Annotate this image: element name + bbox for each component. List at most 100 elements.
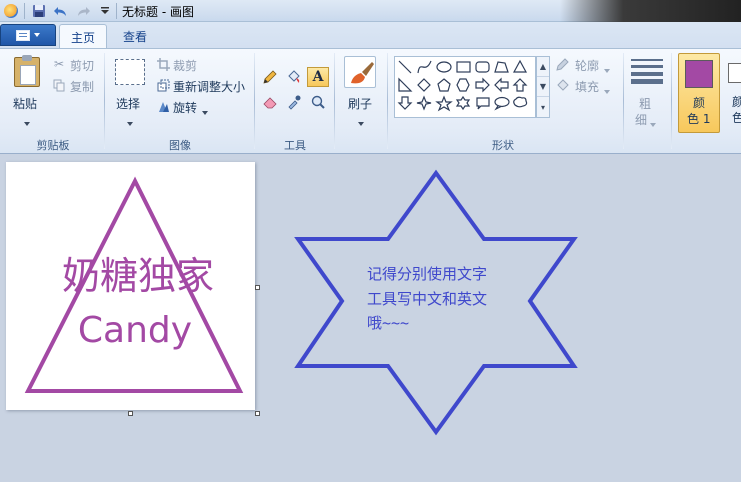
title-bar-background-window (560, 0, 741, 22)
customize-quick-access-icon[interactable] (96, 2, 114, 19)
color2-label-line2: 色 (732, 111, 741, 125)
color1-label-line1: 颜 (693, 96, 706, 110)
paint-bucket-icon (288, 70, 300, 83)
gallery-expand-icon[interactable]: ▾ (537, 97, 549, 117)
resize-label: 重新调整大小 (173, 80, 246, 94)
four-point-star-shape[interactable] (416, 95, 432, 111)
file-menu-button[interactable] (0, 24, 56, 46)
cut-label: 剪切 (70, 59, 95, 73)
six-point-star-shape[interactable] (455, 95, 471, 111)
scroll-down-icon[interactable]: ▼ (537, 77, 549, 97)
select-label: 选择 (116, 97, 141, 111)
eraser-tool[interactable] (259, 92, 281, 112)
star-text-line3: 哦~~~ (367, 314, 409, 332)
brushes-button[interactable]: 刷子 (340, 51, 382, 131)
shapes-gallery-scrollbar[interactable]: ▲ ▼ ▾ (536, 56, 550, 118)
crop-label: 裁剪 (173, 59, 198, 73)
shapes-gallery[interactable] (394, 56, 536, 118)
ribbon-tab-row: 主页 查看 (0, 22, 741, 49)
arrow-right-shape[interactable] (475, 77, 490, 93)
cloud-callout-shape[interactable] (513, 96, 528, 108)
polygon-shape[interactable] (494, 61, 509, 73)
size-label-line2: 细 (635, 113, 648, 127)
star-text-line2: 工具写中文和英文 (367, 290, 487, 308)
ribbon: 粘贴 ✂ 剪切 复制 剪贴板 选择 裁剪 重新调整大小 旋转 图像 A 工具 刷… (0, 48, 741, 154)
clipboard-icon (14, 55, 40, 87)
scissors-icon: ✂ (53, 57, 65, 71)
rotate-button[interactable]: 旋转 (156, 98, 216, 116)
chevron-down-icon (127, 122, 133, 126)
selection-rectangle-icon (115, 59, 145, 85)
rectangle-shape[interactable] (456, 61, 471, 73)
text-icon: A (312, 69, 324, 85)
fill-bucket-icon (556, 78, 570, 92)
canvas-text-english: Candy (78, 310, 192, 351)
window-title: 无标题 - 画图 (122, 5, 194, 19)
right-triangle-shape[interactable] (398, 77, 413, 92)
pencil-icon (263, 70, 277, 84)
paint-app-icon[interactable] (2, 2, 20, 19)
arrow-down-shape[interactable] (397, 96, 413, 110)
line-shape[interactable] (398, 60, 412, 74)
shapes-group-label: 形状 (492, 139, 514, 152)
image-group-label: 图像 (169, 139, 191, 152)
oval-shape[interactable] (436, 61, 452, 73)
scroll-up-icon[interactable]: ▲ (537, 57, 549, 77)
fill-label: 填充 (575, 80, 600, 94)
outline-button[interactable]: 轮廓 (556, 56, 620, 74)
five-point-star-shape[interactable] (435, 95, 453, 112)
tab-home[interactable]: 主页 (59, 24, 107, 49)
rotate-label: 旋转 (173, 101, 198, 115)
redo-icon[interactable] (74, 2, 92, 19)
tab-view[interactable]: 查看 (110, 24, 160, 48)
arrow-left-shape[interactable] (494, 77, 509, 93)
title-bar: 无标题 - 画图 (0, 0, 741, 22)
outline-pencil-icon (556, 57, 570, 71)
crop-button[interactable]: 裁剪 (156, 56, 216, 74)
size-label-line1: 粗 (639, 97, 652, 111)
document-icon (16, 29, 30, 41)
select-button[interactable]: 选择 (109, 51, 151, 131)
cut-button[interactable]: ✂ 剪切 (52, 56, 102, 74)
size-button[interactable]: 粗 细 (627, 51, 667, 131)
copy-button[interactable]: 复制 (52, 77, 102, 95)
text-tool[interactable]: A (307, 67, 329, 87)
canvas-text-chinese: 奶糖独家 (62, 254, 214, 298)
fill-tool[interactable] (283, 67, 305, 87)
color2-button[interactable]: 颜 色 (724, 53, 741, 133)
chevron-down-icon (358, 122, 364, 126)
clipboard-group-label: 剪贴板 (36, 139, 70, 152)
hexagon-shape[interactable] (456, 78, 470, 92)
brushes-label: 刷子 (348, 97, 373, 111)
magnifier-tool[interactable] (307, 92, 329, 112)
curve-shape[interactable] (417, 60, 432, 74)
brush-icon (344, 56, 376, 88)
rotate-icon (156, 99, 170, 113)
fill-button[interactable]: 填充 (556, 77, 620, 95)
chevron-down-icon (24, 122, 30, 126)
undo-icon[interactable] (52, 2, 70, 19)
color-picker-tool[interactable] (283, 92, 305, 112)
triangle-shape[interactable] (512, 59, 528, 73)
oval-callout-shape[interactable] (494, 96, 510, 111)
rounded-rectangle-shape[interactable] (475, 61, 490, 73)
eraser-icon (263, 97, 277, 109)
color2-label-line1: 颜 (732, 95, 741, 109)
rounded-callout-shape[interactable] (476, 97, 490, 110)
diamond-shape[interactable] (417, 78, 431, 92)
color1-button[interactable]: 颜 色 1 (678, 53, 720, 133)
paste-label: 粘贴 (13, 97, 38, 111)
canvas-workspace[interactable]: 奶糖独家 Candy 记得分别使用文字 工具写中文和英文 哦~~~ (0, 155, 741, 482)
paste-button[interactable]: 粘贴 (6, 51, 46, 131)
save-icon[interactable] (30, 2, 48, 19)
arrow-up-shape[interactable] (512, 78, 528, 92)
line-width-icon (631, 59, 663, 84)
magnifier-icon (311, 95, 325, 109)
chevron-down-icon (604, 69, 610, 73)
chevron-down-icon (34, 33, 40, 37)
pentagon-shape[interactable] (437, 78, 451, 92)
copy-label: 复制 (70, 80, 95, 94)
pencil-tool[interactable] (259, 67, 281, 87)
resize-button[interactable]: 重新调整大小 (156, 77, 248, 95)
tools-group-label: 工具 (284, 139, 306, 152)
